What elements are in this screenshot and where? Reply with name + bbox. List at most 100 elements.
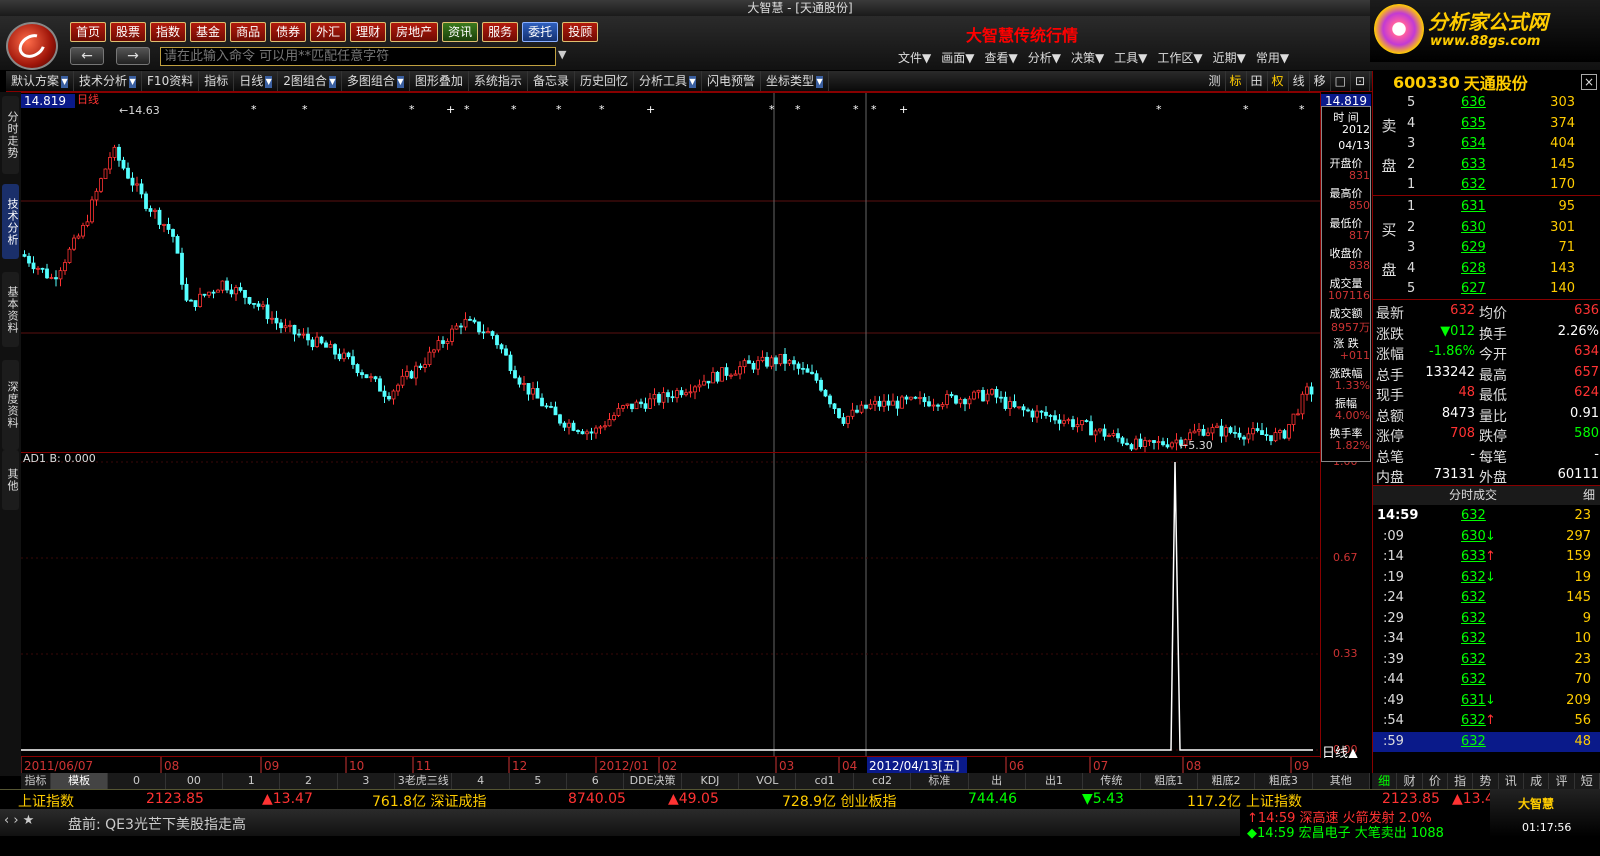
ticker-item[interactable]: ▲49.05	[668, 791, 719, 807]
side-tab-3[interactable]: 深度资料	[2, 360, 19, 450]
indicator-tab-14[interactable]: cd1	[796, 773, 854, 789]
nav-6-button[interactable]: 外汇	[310, 22, 347, 42]
indicator-tab-20[interactable]: 粗底1	[1141, 773, 1198, 789]
toolbar-item-5[interactable]: 2图组合 ▼	[278, 71, 342, 91]
nav-1-button[interactable]: 股票	[110, 22, 147, 42]
toolbar-right-7[interactable]: ⊡	[1351, 71, 1370, 91]
indicator-tab-1[interactable]: 模板	[51, 773, 109, 789]
menu-7[interactable]: 近期▼	[1213, 49, 1246, 66]
toolbar-right-0[interactable]: 测	[1205, 71, 1226, 91]
app-logo-icon[interactable]	[6, 22, 58, 70]
trade-row[interactable]: :19 632 ↓ 19	[1373, 568, 1600, 589]
sell-row[interactable]: 3 634 404	[1373, 134, 1600, 155]
indicator-tab-16[interactable]: 标准	[911, 773, 969, 789]
panel-tab-7[interactable]: 评	[1549, 773, 1575, 789]
panel-tab-1[interactable]: 财	[1397, 773, 1423, 789]
nav-5-button[interactable]: 债券	[270, 22, 307, 42]
side-tab-1[interactable]: 技术分析	[2, 184, 19, 259]
ticker-item[interactable]: 744.46	[968, 791, 1017, 807]
close-panel-icon[interactable]: ×	[1581, 74, 1597, 90]
ticker-item[interactable]: 117.2亿	[1187, 791, 1241, 811]
dropdown-arrow-icon[interactable]: ▼	[328, 75, 336, 88]
panel-tab-3[interactable]: 指	[1448, 773, 1474, 789]
nav-12-button[interactable]: 投顾	[562, 22, 599, 42]
news-nav-icon[interactable]: ‹ › ★	[4, 813, 34, 828]
buy-row[interactable]: 5 627 140	[1373, 279, 1600, 300]
indicator-tab-18[interactable]: 出1	[1026, 773, 1084, 789]
dropdown-arrow-icon[interactable]: ▼	[816, 75, 824, 88]
indicator-tab-7[interactable]: 3老虎三线	[395, 773, 453, 789]
toolbar-item-0[interactable]: 默认方案 ▼	[6, 71, 75, 91]
side-tab-2[interactable]: 基本资料	[2, 272, 19, 347]
menu-2[interactable]: 查看▼	[984, 49, 1017, 66]
toolbar-item-6[interactable]: 多图组合 ▼	[342, 71, 410, 91]
toolbar-right-5[interactable]: 移	[1310, 71, 1331, 91]
indicator-tab-15[interactable]: cd2	[854, 773, 912, 789]
toolbar-item-3[interactable]: 指标	[199, 71, 235, 91]
trade-row[interactable]: :39 632 23	[1373, 650, 1600, 671]
indicator-tab-11[interactable]: DDE决策	[624, 773, 682, 789]
trade-row[interactable]: :59 632 48	[1373, 731, 1600, 752]
trade-row[interactable]: :09 630 ↓ 297	[1373, 527, 1600, 548]
ticker-item[interactable]: 761.8亿 深证成指	[372, 791, 487, 811]
trade-row[interactable]: :54 632 ↑ 56	[1373, 711, 1600, 732]
toolbar-item-2[interactable]: F10资料	[142, 71, 200, 91]
nav-0-button[interactable]: 首页	[70, 22, 107, 42]
toolbar-item-13[interactable]: 坐标类型 ▼	[761, 71, 830, 91]
side-tab-0[interactable]: 分时走势	[2, 96, 19, 174]
indicator-tab-4[interactable]: 1	[223, 773, 281, 789]
sell-row[interactable]: 4 635 374	[1373, 114, 1600, 135]
ticker-item[interactable]: 8740.05	[568, 791, 626, 807]
trade-row[interactable]: :34 632 10	[1373, 629, 1600, 650]
ticker-item[interactable]: ▼5.43	[1082, 791, 1124, 807]
trade-row[interactable]: 14:59 632 23	[1373, 506, 1600, 527]
indicator-tab-12[interactable]: KDJ	[682, 773, 740, 789]
panel-tab-8[interactable]: 短	[1575, 773, 1600, 789]
buy-row[interactable]: 3 629 71	[1373, 238, 1600, 259]
nav-7-button[interactable]: 理财	[350, 22, 387, 42]
dropdown-arrow-icon[interactable]: ▼	[265, 75, 273, 88]
menu-1[interactable]: 画面▼	[941, 49, 974, 66]
indicator-tab-19[interactable]: 传统	[1083, 773, 1141, 789]
nav-11-button[interactable]: 委托	[522, 22, 559, 42]
sell-row[interactable]: 5 636 303	[1373, 93, 1600, 114]
indicator-tab-17[interactable]: 出	[969, 773, 1026, 789]
nav-10-button[interactable]: 服务	[482, 22, 519, 42]
panel-tab-0[interactable]: 细	[1372, 773, 1398, 789]
dropdown-arrow-icon[interactable]: ▼	[61, 75, 69, 88]
toolbar-right-1[interactable]: 标	[1226, 71, 1247, 91]
indicator-tab-13[interactable]: VOL	[739, 773, 797, 789]
panel-tab-2[interactable]: 价	[1423, 773, 1448, 789]
indicator-tab-10[interactable]: 6	[567, 773, 625, 789]
toolbar-item-7[interactable]: 图形叠加	[410, 71, 469, 91]
ticker-item[interactable]: ▲13.47	[262, 791, 313, 807]
toolbar-item-10[interactable]: 历史回忆	[575, 71, 634, 91]
indicator-tab-0[interactable]: 指标	[21, 773, 51, 789]
dropdown-arrow-icon[interactable]: ▼	[688, 75, 696, 88]
sell-row[interactable]: 1 632 170	[1373, 175, 1600, 196]
ticker-item[interactable]: 728.9亿 创业板指	[782, 791, 897, 811]
menu-8[interactable]: 常用▼	[1256, 49, 1289, 66]
nav-2-button[interactable]: 指数	[150, 22, 187, 42]
sell-row[interactable]: 2 633 145	[1373, 155, 1600, 176]
ticker-item[interactable]: 2123.85	[146, 791, 204, 807]
dropdown-arrow-icon[interactable]: ▼	[129, 75, 137, 88]
panel-tab-4[interactable]: 势	[1473, 773, 1499, 789]
indicator-tab-2[interactable]: 0	[108, 773, 166, 789]
nav-9-button[interactable]: 资讯	[442, 22, 479, 42]
toolbar-item-8[interactable]: 系统指示	[469, 71, 528, 91]
toolbar-right-2[interactable]: 田	[1247, 71, 1268, 91]
menu-0[interactable]: 文件▼	[898, 49, 931, 66]
menu-6[interactable]: 工作区▼	[1157, 49, 1202, 66]
indicator-tab-9[interactable]: 5	[510, 773, 568, 789]
ticker-item[interactable]: 上证指数	[18, 791, 74, 811]
toolbar-right-6[interactable]: □	[1331, 71, 1351, 91]
trades-detail-tab[interactable]: 细	[1583, 486, 1595, 505]
dropdown-arrow-icon[interactable]: ▼	[396, 75, 404, 88]
toolbar-right-4[interactable]: 线	[1289, 71, 1310, 91]
buy-row[interactable]: 1 631 95	[1373, 197, 1600, 218]
buy-row[interactable]: 4 628 143	[1373, 259, 1600, 280]
toolbar-item-4[interactable]: 日线 ▼	[234, 71, 279, 91]
indicator-tab-6[interactable]: 3	[338, 773, 396, 789]
menu-4[interactable]: 决策▼	[1071, 49, 1104, 66]
